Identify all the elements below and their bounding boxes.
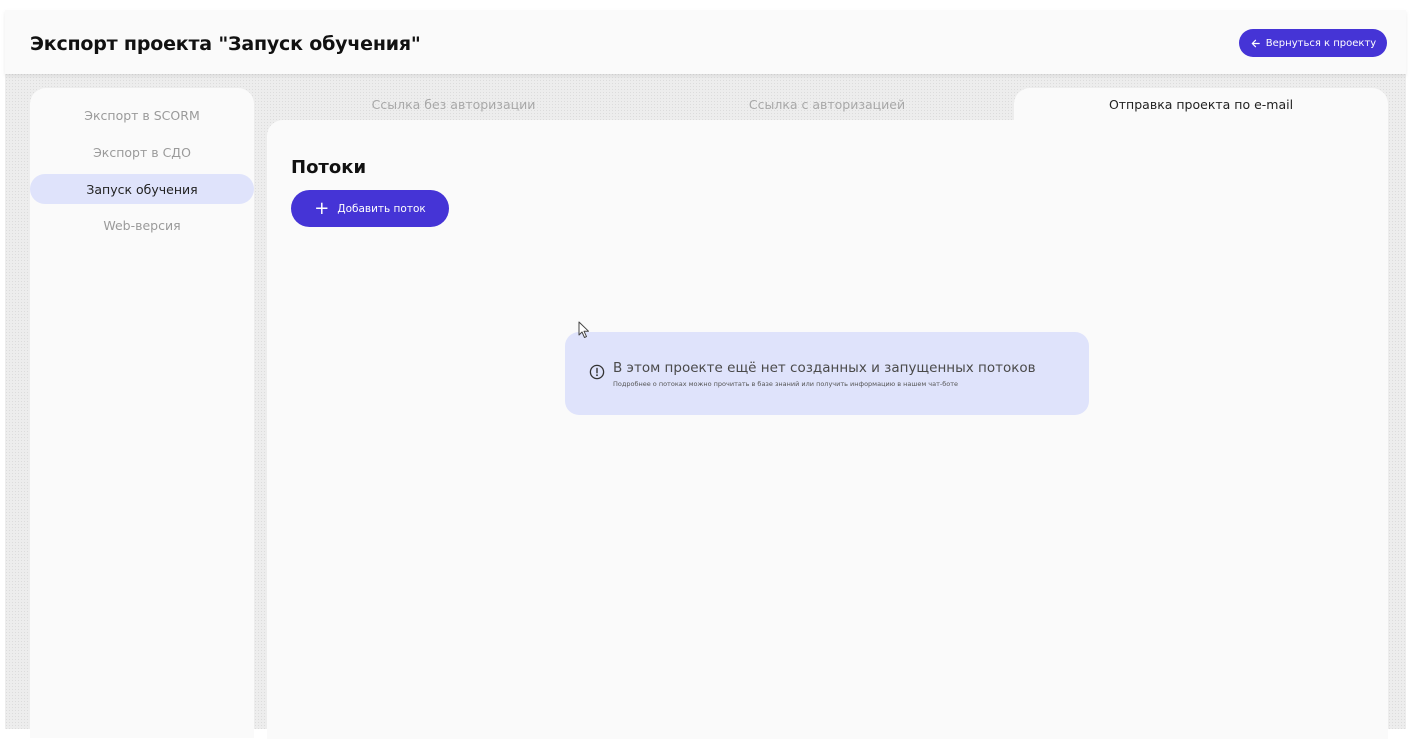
page-title: Экспорт проекта "Запуск обучения" (30, 33, 421, 55)
page-background: Экспорт проекта "Запуск обучения" Вернут… (5, 10, 1406, 739)
back-to-project-button[interactable]: Вернуться к проекту (1239, 29, 1387, 57)
add-stream-label: Добавить поток (337, 202, 426, 215)
mouse-cursor-icon (578, 321, 589, 338)
tab-label: Отправка проекта по e-mail (1108, 96, 1294, 112)
info-circle-icon (589, 364, 605, 380)
sidebar-item-web-version[interactable]: Web-версия (30, 210, 254, 240)
sidebar-item-launch-training[interactable]: Запуск обучения (30, 174, 254, 204)
arrow-left-icon (1251, 39, 1260, 47)
tab-label: Ссылка без авторизации (371, 96, 536, 112)
section-title: Потоки (291, 157, 367, 178)
export-tabs: Ссылка без авторизации Ссылка с авториза… (267, 88, 1388, 120)
sidebar-item-label: Экспорт в СДО (93, 144, 191, 160)
tab-link-without-auth[interactable]: Ссылка без авторизации (267, 88, 640, 120)
sidebar-item-scorm[interactable]: Экспорт в SCORM (30, 100, 254, 130)
sidebar-item-label: Экспорт в SCORM (84, 107, 200, 123)
notice-text: Подробнее о потоках можно прочитать в ба… (613, 380, 959, 388)
sidebar-item-lms[interactable]: Экспорт в СДО (30, 137, 254, 167)
header-bar: Экспорт проекта "Запуск обучения" Вернут… (5, 10, 1406, 74)
empty-state-notice: В этом проекте ещё нет созданных и запущ… (565, 332, 1089, 415)
sidebar-item-label: Web-версия (103, 217, 181, 233)
main-content-panel: Потоки + Добавить поток В этом проекте е… (267, 120, 1388, 739)
tab-label: Ссылка с авторизацией (748, 96, 906, 112)
plus-icon: + (314, 197, 330, 219)
tab-link-with-auth[interactable]: Ссылка с авторизацией (640, 88, 1014, 120)
back-button-label: Вернуться к проекту (1265, 37, 1377, 49)
export-sidebar: Экспорт в SCORM Экспорт в СДО Запуск обу… (30, 88, 254, 738)
notice-title: В этом проекте ещё нет созданных и запущ… (613, 360, 1036, 376)
tab-send-by-email[interactable]: Отправка проекта по e-mail (1014, 88, 1388, 120)
sidebar-item-label: Запуск обучения (86, 181, 198, 197)
add-stream-button[interactable]: + Добавить поток (291, 190, 449, 227)
